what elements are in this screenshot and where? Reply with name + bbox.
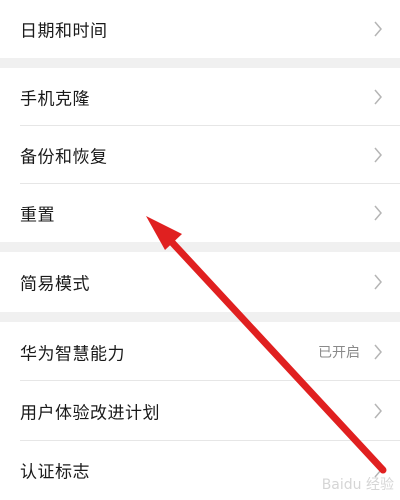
settings-item-label: 简易模式 bbox=[20, 274, 90, 295]
chevron-right-icon bbox=[374, 89, 382, 105]
chevron-right-icon bbox=[374, 21, 382, 37]
settings-item-phone-clone[interactable]: 手机克隆 bbox=[0, 68, 400, 126]
settings-item-label: 认证标志 bbox=[20, 462, 90, 483]
chevron-right-icon bbox=[374, 403, 382, 419]
settings-group-2: 手机克隆 备份和恢复 重置 bbox=[0, 68, 400, 242]
settings-item-certification[interactable]: 认证标志 bbox=[0, 441, 400, 500]
settings-item-label: 华为智慧能力 bbox=[20, 344, 125, 365]
settings-item-label: 重置 bbox=[20, 205, 55, 226]
settings-group-3: 简易模式 bbox=[0, 252, 400, 312]
settings-group-4: 华为智慧能力 已开启 用户体验改进计划 认证标志 bbox=[0, 322, 400, 500]
settings-item-simple-mode[interactable]: 简易模式 bbox=[0, 252, 400, 312]
chevron-right-icon bbox=[374, 205, 382, 221]
settings-item-label: 日期和时间 bbox=[20, 21, 108, 42]
chevron-right-icon bbox=[374, 462, 382, 478]
settings-item-reset[interactable]: 重置 bbox=[0, 184, 400, 242]
settings-item-label: 用户体验改进计划 bbox=[20, 403, 160, 424]
settings-item-label: 手机克隆 bbox=[20, 89, 90, 110]
chevron-right-icon bbox=[374, 147, 382, 163]
status-text: 已开启 bbox=[318, 344, 360, 361]
chevron-right-icon bbox=[374, 344, 382, 360]
settings-item-user-experience[interactable]: 用户体验改进计划 bbox=[0, 381, 400, 441]
settings-item-backup-restore[interactable]: 备份和恢复 bbox=[0, 126, 400, 184]
chevron-right-icon bbox=[374, 274, 382, 290]
settings-item-huawei-ai[interactable]: 华为智慧能力 已开启 bbox=[0, 322, 400, 382]
settings-item-label: 备份和恢复 bbox=[20, 147, 108, 168]
settings-item-date-time[interactable]: 日期和时间 bbox=[0, 0, 400, 58]
settings-group-1: 日期和时间 bbox=[0, 0, 400, 58]
